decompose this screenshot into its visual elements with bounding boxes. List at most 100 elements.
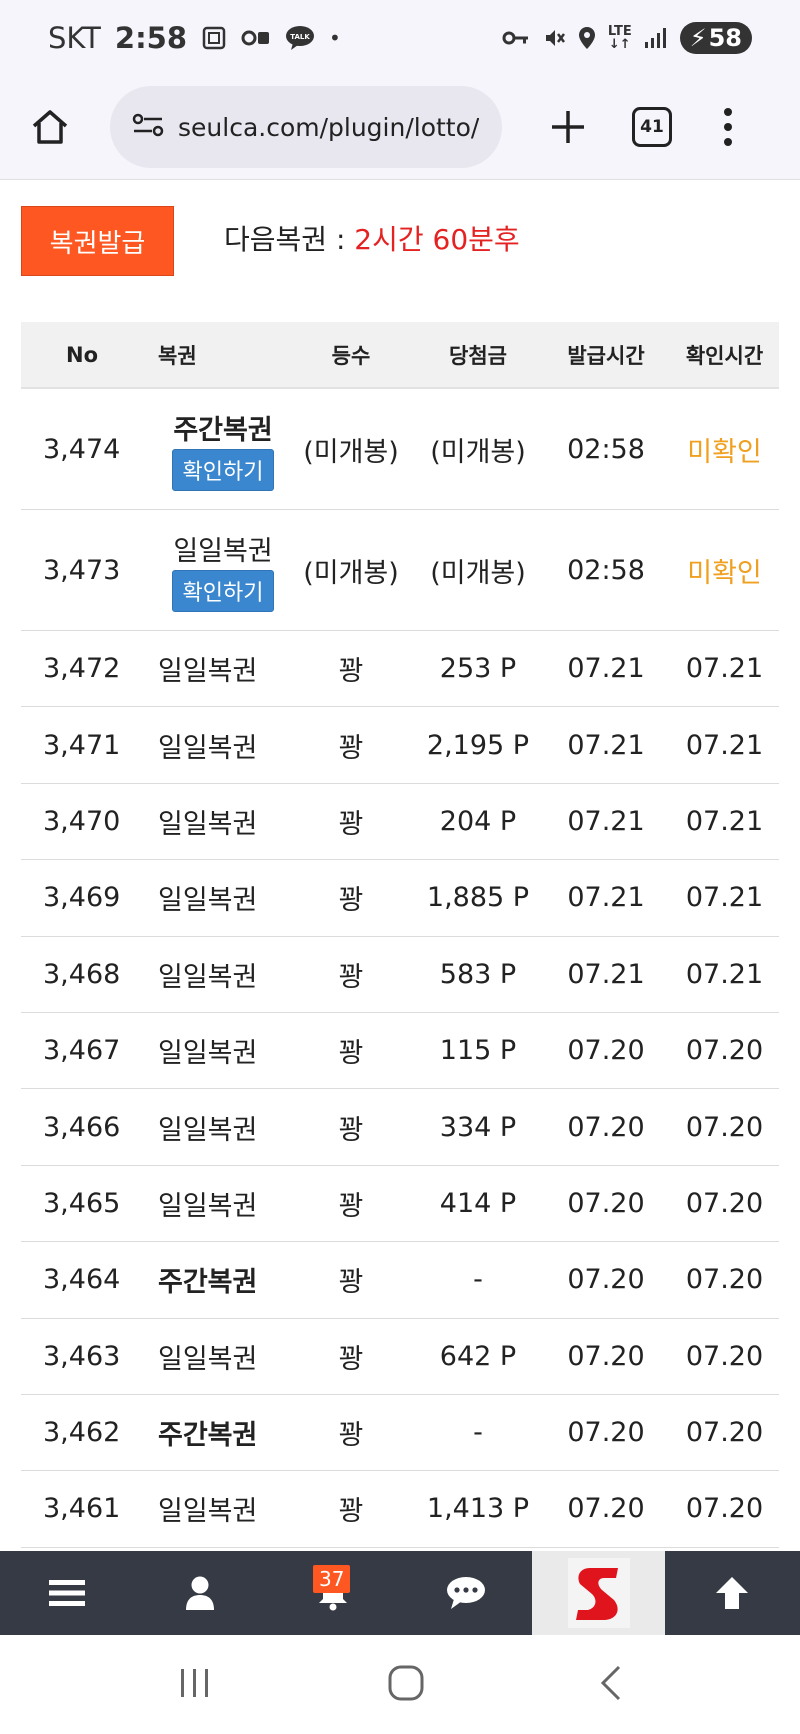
screenshot-icon xyxy=(201,25,227,51)
scroll-top-button[interactable] xyxy=(665,1551,798,1635)
row-type: 주간복권 확인하기 xyxy=(158,408,288,491)
header-type: 복권 xyxy=(158,343,197,368)
table-row: 3,463 일일복권 꽝 642 P 07.20 07.20 xyxy=(21,1319,779,1395)
row-checked-time: 07.20 xyxy=(685,1187,764,1219)
row-prize: 334 P xyxy=(439,1111,517,1143)
dot-icon: • xyxy=(329,25,341,50)
row-type: 일일복권 xyxy=(158,1114,258,1146)
row-rank: 꽝 xyxy=(338,808,364,840)
row-prize: 414 P xyxy=(439,1187,517,1219)
location-icon xyxy=(578,26,596,50)
chat-button[interactable] xyxy=(399,1551,532,1635)
tab-switcher-button[interactable]: 41 xyxy=(632,107,672,147)
row-issued-time: 07.20 xyxy=(567,1493,645,1525)
row-type: 주간복권 xyxy=(158,1420,258,1452)
address-bar[interactable]: seulca.com/plugin/lotto/ xyxy=(110,86,502,168)
row-prize: 204 P xyxy=(439,805,517,837)
row-rank: 꽝 xyxy=(338,1038,364,1070)
row-no: 3,468 xyxy=(43,958,121,990)
charging-icon: ⚡ xyxy=(689,23,707,52)
row-no: 3,470 xyxy=(43,805,121,837)
row-type: 일일복권 xyxy=(158,1496,258,1528)
notifications-button[interactable]: 37 xyxy=(266,1551,399,1635)
row-issued-time: 07.21 xyxy=(567,729,645,761)
next-lottery-info: 다음복권 : 2시간 60분후 xyxy=(224,218,520,258)
row-prize: 1,885 P xyxy=(426,882,530,914)
row-rank: 꽝 xyxy=(338,1267,364,1299)
header-rank: 등수 xyxy=(331,343,371,368)
row-prize: - xyxy=(473,1417,483,1449)
lottery-type-label: 일일복권 xyxy=(173,535,273,567)
table-row: 3,465 일일복권 꽝 414 P 07.20 07.20 xyxy=(21,1166,779,1243)
header-checked: 확인시간 xyxy=(685,343,764,368)
battery-indicator: ⚡ 58 xyxy=(679,21,752,54)
row-issued-time: 07.20 xyxy=(567,1187,645,1219)
table-row: 3,471 일일복권 꽝 2,195 P 07.21 07.21 xyxy=(21,707,779,784)
next-lottery-label: 다음복권 : xyxy=(224,223,355,256)
row-issued-time: 07.20 xyxy=(567,1035,645,1067)
row-prize: 1,413 P xyxy=(426,1493,530,1525)
new-tab-button[interactable] xyxy=(538,97,598,157)
confirm-button[interactable]: 확인하기 xyxy=(171,569,275,612)
row-issued-time: 07.20 xyxy=(567,1264,645,1296)
arrow-up-icon xyxy=(715,1577,748,1609)
table-row: 3,467 일일복권 꽝 115 P 07.20 07.20 xyxy=(21,1013,779,1090)
row-type: 일일복권 xyxy=(158,732,258,764)
row-prize: - xyxy=(473,1264,483,1296)
table-row: 3,462 주간복권 꽝 - 07.20 07.20 xyxy=(21,1395,779,1472)
row-no: 3,466 xyxy=(43,1111,121,1143)
row-prize: 2,195 P xyxy=(426,729,530,761)
row-checked-time: 07.21 xyxy=(685,882,764,914)
profile-button[interactable] xyxy=(133,1551,266,1635)
carrier-label: SKT xyxy=(48,20,101,55)
row-checked-time: 07.20 xyxy=(685,1340,764,1372)
row-prize: (미개봉) xyxy=(430,557,526,589)
issue-lottery-button[interactable]: 복권발급 xyxy=(21,206,174,276)
browser-menu-icon[interactable] xyxy=(718,97,738,157)
row-rank: 꽝 xyxy=(338,961,364,993)
row-no: 3,461 xyxy=(43,1493,121,1525)
type-stack: 일일복권 확인하기 xyxy=(158,529,288,612)
home-button[interactable] xyxy=(20,97,80,157)
row-checked-time: 07.21 xyxy=(685,805,764,837)
home-nav-icon[interactable] xyxy=(387,1664,425,1706)
row-no: 3,464 xyxy=(43,1264,121,1296)
row-type: 일일복권 xyxy=(158,961,258,993)
row-issued-time: 07.20 xyxy=(567,1340,645,1372)
url-text[interactable]: seulca.com/plugin/lotto/ xyxy=(178,113,479,142)
row-rank: 꽝 xyxy=(338,885,364,917)
row-type: 일일복권 xyxy=(158,1190,258,1222)
vibrate-off-icon xyxy=(542,26,566,50)
row-prize: 253 P xyxy=(439,653,517,685)
row-rank: (미개봉) xyxy=(303,436,399,468)
row-checked-time: 07.20 xyxy=(685,1035,764,1067)
confirm-button[interactable]: 확인하기 xyxy=(171,448,275,491)
row-type: 일일복권 xyxy=(158,656,258,688)
row-type: 일일복권 xyxy=(158,808,258,840)
row-no: 3,472 xyxy=(43,653,121,685)
row-no: 3,462 xyxy=(43,1417,121,1449)
row-prize: 115 P xyxy=(439,1035,517,1067)
table-row: 3,473 일일복권 확인하기 (미개봉) (미개봉) 02:58 미확인 xyxy=(21,510,779,631)
row-checked-time: 미확인 xyxy=(687,557,762,589)
row-rank: 꽝 xyxy=(338,1420,364,1452)
table-body: 3,474 주간복권 확인하기 (미개봉) (미개봉) 02:58 미확인 3,473 일일복권… xyxy=(21,389,779,1548)
row-prize: (미개봉) xyxy=(430,436,526,468)
row-issued-time: 02:58 xyxy=(567,433,645,465)
row-no: 3,474 xyxy=(43,433,121,465)
site-logo-button[interactable] xyxy=(532,1551,665,1635)
back-icon[interactable] xyxy=(599,1664,623,1706)
header-issued: 발급시간 xyxy=(567,343,645,368)
row-checked-time: 07.20 xyxy=(685,1417,764,1449)
row-rank: 꽝 xyxy=(338,656,364,688)
site-settings-icon[interactable] xyxy=(132,112,164,142)
table-row: 3,464 주간복권 꽝 - 07.20 07.20 xyxy=(21,1242,779,1319)
row-rank: 꽝 xyxy=(338,1343,364,1375)
row-type: 일일복권 xyxy=(158,1343,258,1375)
recents-icon[interactable] xyxy=(177,1667,213,1703)
table-row: 3,472 일일복권 꽝 253 P 07.21 07.21 xyxy=(21,631,779,708)
clock: 2:58 xyxy=(114,20,188,55)
kakaotalk-icon: TALK xyxy=(285,25,315,51)
site-logo-icon xyxy=(567,1558,630,1628)
menu-button[interactable] xyxy=(0,1551,133,1635)
